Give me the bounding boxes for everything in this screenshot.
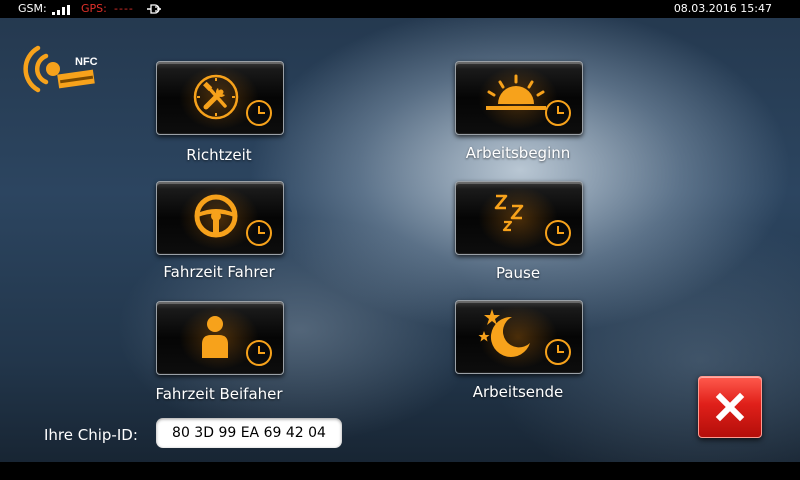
moon-stars-icon xyxy=(478,309,530,357)
status-bar: GSM: GPS: ---- 08.03.2016 15:47 xyxy=(0,0,800,18)
arbeitsbeginn-button[interactable] xyxy=(455,61,583,135)
power-plug-icon xyxy=(147,4,161,14)
main-screen: GSM: GPS: ---- 08.03.2016 15:47 NFC Rich… xyxy=(0,0,800,480)
nfc-logo-text: NFC xyxy=(75,56,98,68)
close-button[interactable] xyxy=(698,376,762,438)
tools-clock-icon xyxy=(193,74,239,120)
arbeitsende-label: Arbeitsende xyxy=(472,383,564,401)
fahrzeit-beifaher-label: Fahrzeit Beifaher xyxy=(155,385,283,403)
clock-icon xyxy=(246,100,272,126)
clock-icon xyxy=(246,220,272,246)
datetime-display: 08.03.2016 15:47 xyxy=(673,2,772,15)
clock-icon xyxy=(545,100,571,126)
clock-icon xyxy=(246,340,272,366)
chip-id-field: 80 3D 99 EA 69 42 04 xyxy=(156,418,342,448)
clock-icon xyxy=(545,339,571,365)
pause-label: Pause xyxy=(495,264,541,282)
richtzeit-label: Richtzeit xyxy=(186,146,252,164)
person-icon xyxy=(202,316,228,358)
signal-bars-icon xyxy=(52,5,70,15)
fahrzeit-fahrer-label: Fahrzeit Fahrer xyxy=(163,263,275,281)
richtzeit-button[interactable] xyxy=(156,61,284,135)
sunrise-icon xyxy=(486,74,546,110)
gsm-label: GSM: xyxy=(18,2,47,15)
pause-button[interactable] xyxy=(455,181,583,255)
bottom-bar xyxy=(0,462,800,480)
gps-status-value: ---- xyxy=(114,2,134,15)
clock-icon xyxy=(545,220,571,246)
arbeitsbeginn-label: Arbeitsbeginn xyxy=(465,144,571,162)
steering-wheel-icon xyxy=(194,194,238,238)
close-icon xyxy=(715,392,745,422)
fahrzeit-fahrer-button[interactable] xyxy=(156,181,284,255)
sleep-zzz-icon xyxy=(494,194,524,232)
fahrzeit-beifaher-button[interactable] xyxy=(156,301,284,375)
arbeitsende-button[interactable] xyxy=(455,300,583,374)
gps-label: GPS: xyxy=(81,2,107,15)
chip-id-label: Ihre Chip-ID: xyxy=(44,426,138,444)
nfc-logo-icon: NFC xyxy=(23,45,98,93)
